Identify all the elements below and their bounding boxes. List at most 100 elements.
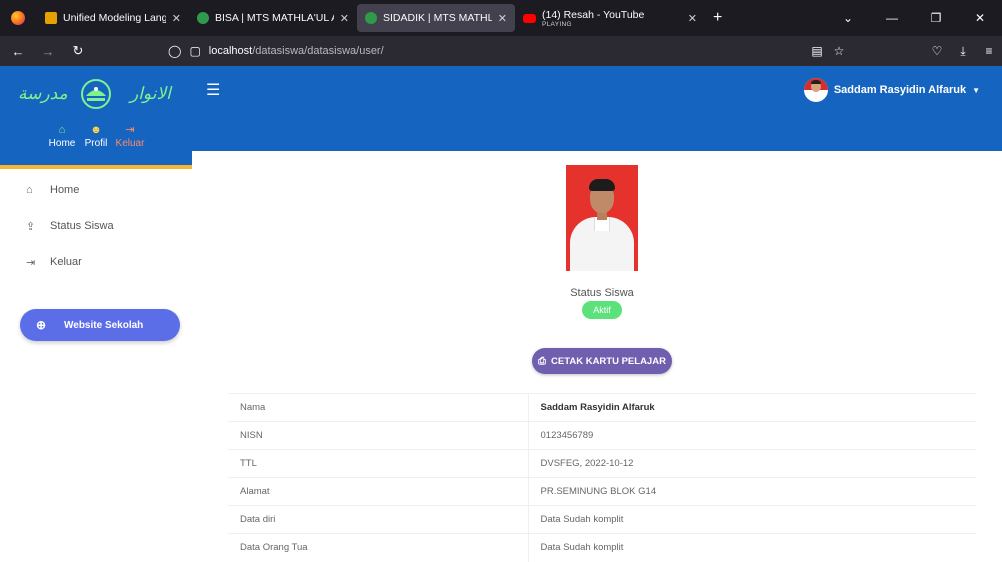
avatar xyxy=(803,78,828,102)
download-icon[interactable]: ⤓ xyxy=(950,44,976,59)
firefox-menu-icon[interactable] xyxy=(11,11,25,25)
row-key: Data Orang Tua xyxy=(240,542,308,554)
app-top-bar: ☰ Saddam Rasyidin Alfaruk ▼ xyxy=(192,66,1002,151)
row-value: DVSFEG, 2022-10-12 xyxy=(527,449,976,478)
row-key: Alamat xyxy=(240,486,270,497)
close-tab-icon[interactable]: ✕ xyxy=(340,12,349,25)
sidebar-item-label: Home xyxy=(50,184,80,196)
row-value: 0123456789 xyxy=(527,421,976,450)
arabic-calligraphy-left: ﻣﺪﺭﺳﺔ xyxy=(18,84,69,104)
browser-tab-youtube[interactable]: (14) Resah - YouTube PLAYING ✕ xyxy=(515,4,705,32)
close-tab-icon[interactable]: ✕ xyxy=(172,12,181,25)
minimize-icon[interactable]: — xyxy=(870,11,914,25)
youtube-favicon-icon xyxy=(523,13,536,23)
arabic-calligraphy-right: ﺍﻻﻧﻮﺍﺭ xyxy=(130,84,172,104)
quick-link-label: Keluar xyxy=(115,138,145,149)
pocket-icon[interactable]: ♡ xyxy=(924,44,950,58)
browser-tab-bisa[interactable]: BISA | MTS MATHLA'UL ANWAR ✕ xyxy=(189,4,357,32)
shield-icon[interactable]: ◯ xyxy=(168,44,181,58)
url-host: localhost xyxy=(208,45,253,57)
website-button-label: Website Sekolah xyxy=(64,319,144,331)
school-favicon-icon xyxy=(365,12,377,24)
user-name: Saddam Rasyidin Alfaruk xyxy=(833,84,967,96)
url-path: /datasiswa/datasiswa/user/ xyxy=(252,45,384,57)
bookmark-star-icon[interactable]: ☆ xyxy=(828,44,850,58)
close-window-icon[interactable]: ✕ xyxy=(958,11,1002,25)
row-key: Data diri xyxy=(240,514,276,525)
quick-link-label: Profil xyxy=(84,138,108,149)
page-icon: ▢ xyxy=(189,44,201,58)
status-siswa-label: Status Siswa xyxy=(570,287,634,299)
user-icon: ☻ xyxy=(90,124,102,136)
row-value: Data Sudah komplit xyxy=(527,505,976,534)
row-key: NISN xyxy=(240,430,263,441)
row-key: Nama xyxy=(240,402,266,413)
quick-link-label: Home xyxy=(48,138,76,149)
sign-out-icon: ⇥ xyxy=(26,256,36,269)
browser-tab-uml[interactable]: Unified Modeling Language (UM ✕ xyxy=(37,4,189,32)
quick-link-home[interactable]: ⌂ Home xyxy=(45,122,79,149)
status-badge: Aktif xyxy=(582,301,622,319)
sidebar: ⌂ Home ⇪ Status Siswa ⇥ Keluar ⊕ Website… xyxy=(0,169,192,562)
caret-down-icon: ▼ xyxy=(972,85,980,95)
school-favicon-icon xyxy=(197,12,209,24)
browser-toolbar: ♡ ⤓ ≡ xyxy=(924,36,1002,66)
quick-link-keluar[interactable]: ⇥ Keluar xyxy=(113,122,147,149)
url-bar-tools: ▤ ☆ xyxy=(806,36,850,66)
home-icon: ⌂ xyxy=(26,184,33,196)
tab-title-text: (14) Resah - YouTube xyxy=(542,8,645,21)
sidebar-quick-links: ⌂ Home ☻ Profil ⇥ Keluar xyxy=(0,122,192,149)
new-tab-icon[interactable]: + xyxy=(713,9,722,27)
main-content: Status Siswa Aktif ⎙ CETAK KARTU PELAJAR… xyxy=(192,151,1002,562)
website-sekolah-button[interactable]: ⊕ Website Sekolah xyxy=(20,309,180,341)
browser-tab-bar: Unified Modeling Language (UM ✕ BISA | M… xyxy=(0,0,1002,36)
hamburger-menu-icon[interactable]: ≡ xyxy=(976,44,1002,58)
sidebar-item-home[interactable]: ⌂ Home xyxy=(0,172,192,208)
reader-view-icon[interactable]: ▤ xyxy=(806,44,828,58)
tab-title: (14) Resah - YouTube PLAYING xyxy=(542,9,682,28)
restore-icon[interactable]: ❐ xyxy=(914,11,958,25)
close-tab-icon[interactable]: ✕ xyxy=(688,12,697,25)
table-row: Alamat PR.SEMINUNG BLOK G14 xyxy=(228,477,976,506)
table-row: NISN 0123456789 xyxy=(228,421,976,450)
tab-title: BISA | MTS MATHLA'UL ANWAR xyxy=(215,12,334,24)
row-value: PR.SEMINUNG BLOK G14 xyxy=(527,477,976,506)
reload-icon[interactable]: ↻ xyxy=(66,43,90,59)
browser-tab-sidadik[interactable]: SIDADIK | MTS MATHLA'UL ANW ✕ xyxy=(357,4,515,32)
tab-title: SIDADIK | MTS MATHLA'UL ANW xyxy=(383,12,492,24)
home-icon: ⌂ xyxy=(58,124,66,136)
url-bar[interactable]: ◯ ▢ localhost /datasiswa/datasiswa/user/ xyxy=(168,40,848,62)
school-emblem-icon xyxy=(81,79,111,109)
sign-out-icon: ⇥ xyxy=(125,124,135,136)
tab-playing-label: PLAYING xyxy=(542,20,572,28)
school-logo[interactable]: ﻣﺪﺭﺳﺔ ﺍﻻﻧﻮﺍﺭ xyxy=(18,78,178,110)
user-menu[interactable]: Saddam Rasyidin Alfaruk ▼ xyxy=(803,78,980,102)
close-tab-icon[interactable]: ✕ xyxy=(498,12,507,25)
quick-link-profil[interactable]: ☻ Profil xyxy=(79,122,113,149)
sidebar-header: ﻣﺪﺭﺳﺔ ﺍﻻﻧﻮﺍﺭ ⌂ Home ☻ Profil ⇥ Keluar xyxy=(0,66,192,169)
upload-icon: ⇪ xyxy=(26,220,36,233)
browser-nav-bar: ← → ↻ ◯ ▢ localhost /datasiswa/datasiswa… xyxy=(0,36,1002,66)
print-icon: ⎙ xyxy=(538,355,547,367)
window-controls: ⌄ — ❐ ✕ xyxy=(826,0,1002,36)
row-key: TTL xyxy=(240,458,257,469)
row-value: Saddam Rasyidin Alfaruk xyxy=(527,393,976,422)
list-all-tabs-icon[interactable]: ⌄ xyxy=(826,11,870,25)
sidebar-item-keluar[interactable]: ⇥ Keluar xyxy=(0,244,192,280)
uml-favicon-icon xyxy=(45,12,57,24)
table-row: TTL DVSFEG, 2022-10-12 xyxy=(228,449,976,478)
table-row: Data Orang Tua Data Sudah komplit xyxy=(228,533,976,562)
row-value: Data Sudah komplit xyxy=(527,533,976,562)
print-button-label: CETAK KARTU PELAJAR xyxy=(551,355,666,367)
globe-icon: ⊕ xyxy=(36,318,47,332)
back-icon[interactable]: ← xyxy=(6,44,30,59)
sidebar-toggle-icon[interactable]: ☰ xyxy=(206,80,220,100)
table-row: Nama Saddam Rasyidin Alfaruk xyxy=(228,393,976,422)
sidebar-item-status-siswa[interactable]: ⇪ Status Siswa xyxy=(0,208,192,244)
print-student-card-button[interactable]: ⎙ CETAK KARTU PELAJAR xyxy=(532,348,672,374)
student-photo xyxy=(566,165,638,271)
forward-icon[interactable]: → xyxy=(36,44,60,59)
student-data-table: Nama Saddam Rasyidin Alfaruk NISN 012345… xyxy=(228,393,976,562)
sidebar-item-label: Keluar xyxy=(50,256,82,268)
table-row: Data diri Data Sudah komplit xyxy=(228,505,976,534)
